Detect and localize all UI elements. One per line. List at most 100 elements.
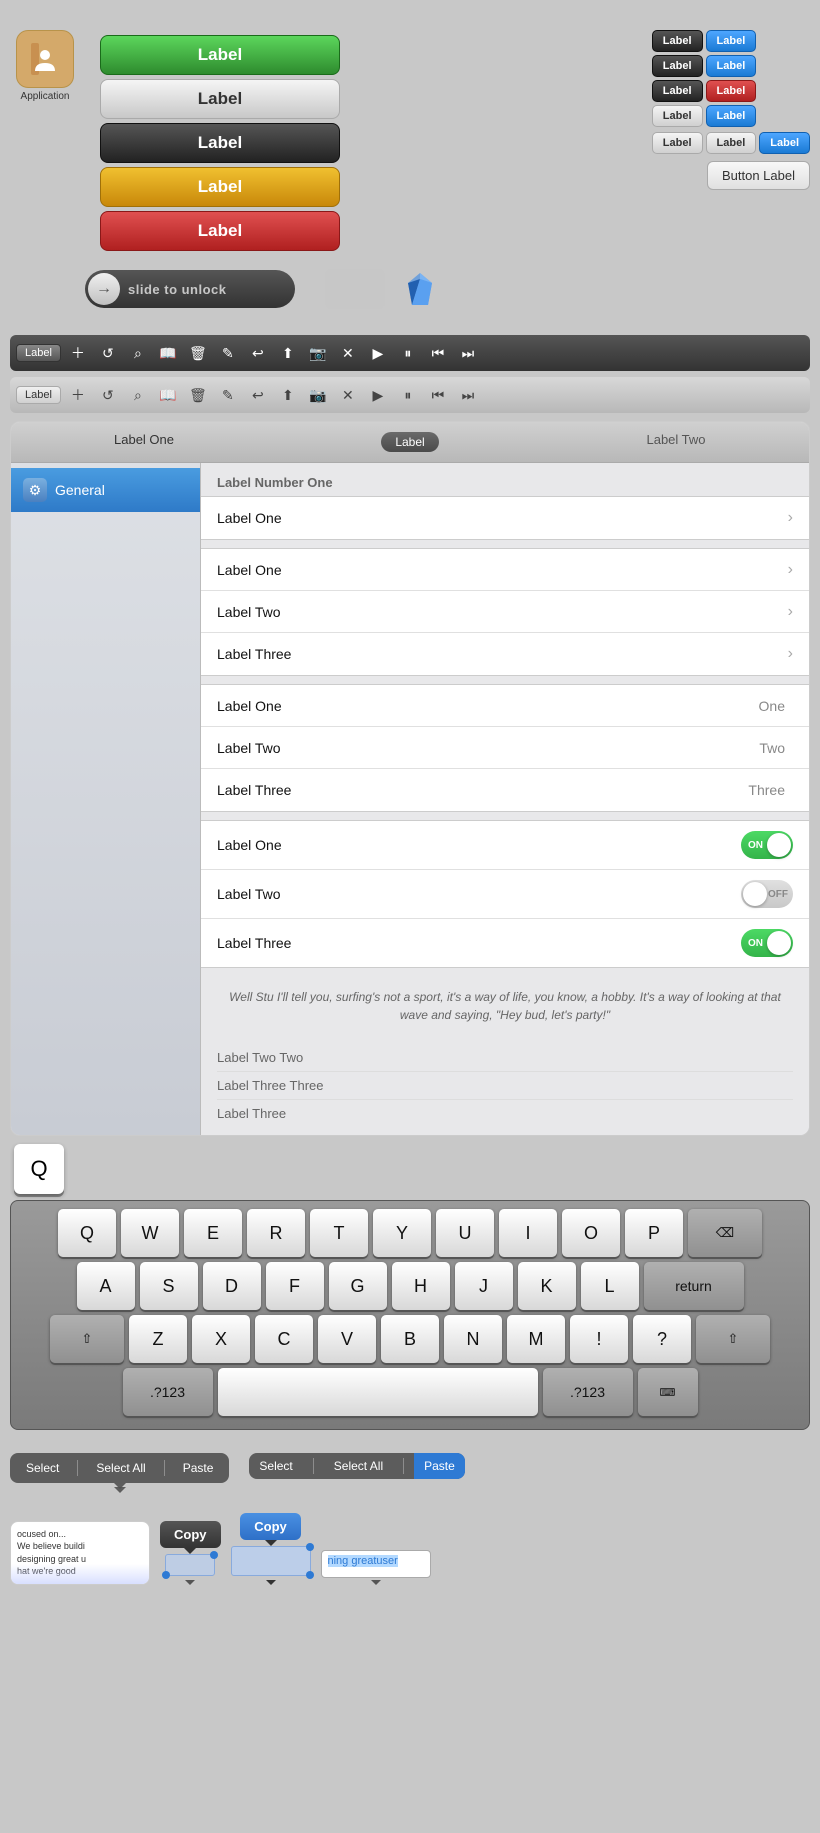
context-paste-1[interactable]: Paste [175,1457,222,1479]
settings-row-3-3[interactable]: Label Three Three [201,769,809,811]
toolbar-light-close-icon[interactable]: ✕ [335,382,361,408]
red-button[interactable]: Label [100,211,340,251]
toolbar-prev-icon[interactable]: ⏮ [425,340,451,366]
toolbar-light-refresh-icon[interactable]: ↺ [95,382,121,408]
grid-btn-light-3[interactable]: Label [706,132,757,154]
key-x[interactable]: X [192,1315,250,1363]
key-s[interactable]: S [140,1262,198,1310]
key-q[interactable]: Q [58,1209,116,1257]
toolbar-light-undo-icon[interactable]: ↩ [245,382,271,408]
toolbar-light-play-icon[interactable]: ▶ [365,382,391,408]
grid-btn-blue-2[interactable]: Label [706,55,757,77]
app-icon[interactable] [16,30,74,88]
key-p[interactable]: P [625,1209,683,1257]
toolbar-edit-icon[interactable]: ✎ [215,340,241,366]
toolbar-light-label[interactable]: Label [16,386,61,404]
standalone-q-key[interactable]: Q [14,1144,64,1194]
copy-button-2[interactable]: Copy [240,1513,301,1540]
toolbar-undo-icon[interactable]: ↩ [245,340,271,366]
key-numeric-right[interactable]: .?123 [543,1368,633,1416]
key-w[interactable]: W [121,1209,179,1257]
toolbar-light-trash-icon[interactable]: 🗑 [185,382,211,408]
key-z[interactable]: Z [129,1315,187,1363]
grid-btn-dark-2[interactable]: Label [652,55,703,77]
button-label-outline[interactable]: Button Label [707,161,810,190]
key-delete[interactable]: ⌫ [688,1209,762,1257]
toolbar-light-edit-icon[interactable]: ✎ [215,382,241,408]
toolbar-label[interactable]: Label [16,344,61,362]
slide-to-unlock[interactable]: → slide to unlock [85,270,295,308]
text-field-selected[interactable]: ning greatuser [321,1550,431,1578]
toolbar-light-add-icon[interactable]: ＋ [65,382,91,408]
key-exclaim[interactable]: ! [570,1315,628,1363]
context-select-2[interactable]: Select [249,1453,302,1479]
key-hide[interactable]: ⌨ [638,1368,698,1416]
key-d[interactable]: D [203,1262,261,1310]
key-f[interactable]: F [266,1262,324,1310]
key-j[interactable]: J [455,1262,513,1310]
context-select-all-2[interactable]: Select All [324,1453,393,1479]
toggle-on-2[interactable]: ON [741,929,793,957]
toolbar-close-icon[interactable]: ✕ [335,340,361,366]
key-y[interactable]: Y [373,1209,431,1257]
key-shift-right[interactable]: ⇧ [696,1315,770,1363]
dark-button[interactable]: Label [100,123,340,163]
gray-button[interactable]: Label [100,79,340,119]
key-m[interactable]: M [507,1315,565,1363]
toggle-on-1[interactable]: ON [741,831,793,859]
toolbar-light-next-icon[interactable]: ⏭ [455,382,481,408]
toolbar-light-pause-icon[interactable]: ⏸ [395,382,421,408]
key-numeric-left[interactable]: .?123 [123,1368,213,1416]
toolbar-search-icon[interactable]: ⌕ [125,340,151,366]
settings-row-1-1[interactable]: Label One › [201,497,809,539]
toolbar-share-icon[interactable]: ⬆ [275,340,301,366]
toolbar-next-icon[interactable]: ⏭ [455,340,481,366]
key-g[interactable]: G [329,1262,387,1310]
grid-btn-blue-4[interactable]: Label [759,132,810,154]
gold-button[interactable]: Label [100,167,340,207]
key-v[interactable]: V [318,1315,376,1363]
context-select-all-1[interactable]: Select All [88,1457,153,1479]
key-question[interactable]: ? [633,1315,691,1363]
toolbar-trash-icon[interactable]: 🗑 [185,340,211,366]
tab-label-two[interactable]: Label Two [543,422,809,462]
grid-btn-light-1[interactable]: Label [652,105,703,127]
tab-label-center[interactable]: Label [277,422,543,462]
settings-row-2-3[interactable]: Label Three › [201,633,809,675]
key-r[interactable]: R [247,1209,305,1257]
settings-row-2-1[interactable]: Label One › [201,549,809,591]
key-h[interactable]: H [392,1262,450,1310]
grid-btn-red-1[interactable]: Label [706,80,757,102]
toolbar-refresh-icon[interactable]: ↺ [95,340,121,366]
toolbar-pause-icon[interactable]: ⏸ [395,340,421,366]
key-a[interactable]: A [77,1262,135,1310]
key-b[interactable]: B [381,1315,439,1363]
toolbar-light-share-icon[interactable]: ⬆ [275,382,301,408]
grid-btn-dark-1[interactable]: Label [652,30,703,52]
key-u[interactable]: U [436,1209,494,1257]
grid-btn-dark-3[interactable]: Label [652,80,703,102]
toolbar-light-search-icon[interactable]: ⌕ [125,382,151,408]
key-c[interactable]: C [255,1315,313,1363]
toolbar-add-icon[interactable]: ＋ [65,340,91,366]
grid-btn-blue-3[interactable]: Label [706,105,757,127]
toolbar-light-book-icon[interactable]: 📖 [155,382,181,408]
sidebar-item-general[interactable]: ⚙ General [11,468,200,512]
context-paste-2[interactable]: Paste [414,1453,465,1479]
toolbar-camera-icon[interactable]: 📷 [305,340,331,366]
settings-row-3-2[interactable]: Label Two Two [201,727,809,769]
toolbar-book-icon[interactable]: 📖 [155,340,181,366]
key-space[interactable] [218,1368,538,1416]
copy-button-1[interactable]: Copy [160,1521,221,1548]
toolbar-light-prev-icon[interactable]: ⏮ [425,382,451,408]
context-select-1[interactable]: Select [18,1457,67,1479]
key-k[interactable]: K [518,1262,576,1310]
green-button[interactable]: Label [100,35,340,75]
key-n[interactable]: N [444,1315,502,1363]
key-l[interactable]: L [581,1262,639,1310]
key-o[interactable]: O [562,1209,620,1257]
settings-row-2-2[interactable]: Label Two › [201,591,809,633]
key-i[interactable]: I [499,1209,557,1257]
tab-label-one[interactable]: Label One [11,422,277,462]
key-shift-left[interactable]: ⇧ [50,1315,124,1363]
